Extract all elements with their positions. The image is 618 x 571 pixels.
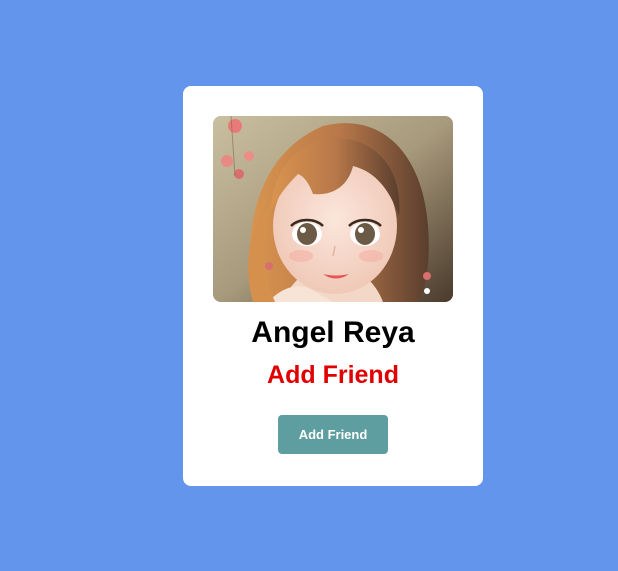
- profile-photo-illustration: [213, 116, 453, 302]
- add-friend-button[interactable]: Add Friend: [278, 415, 388, 454]
- profile-photo: [213, 116, 453, 302]
- profile-card: Angel Reya Add Friend Add Friend: [183, 86, 483, 486]
- profile-name: Angel Reya: [251, 316, 415, 349]
- profile-subtitle: Add Friend: [267, 361, 399, 389]
